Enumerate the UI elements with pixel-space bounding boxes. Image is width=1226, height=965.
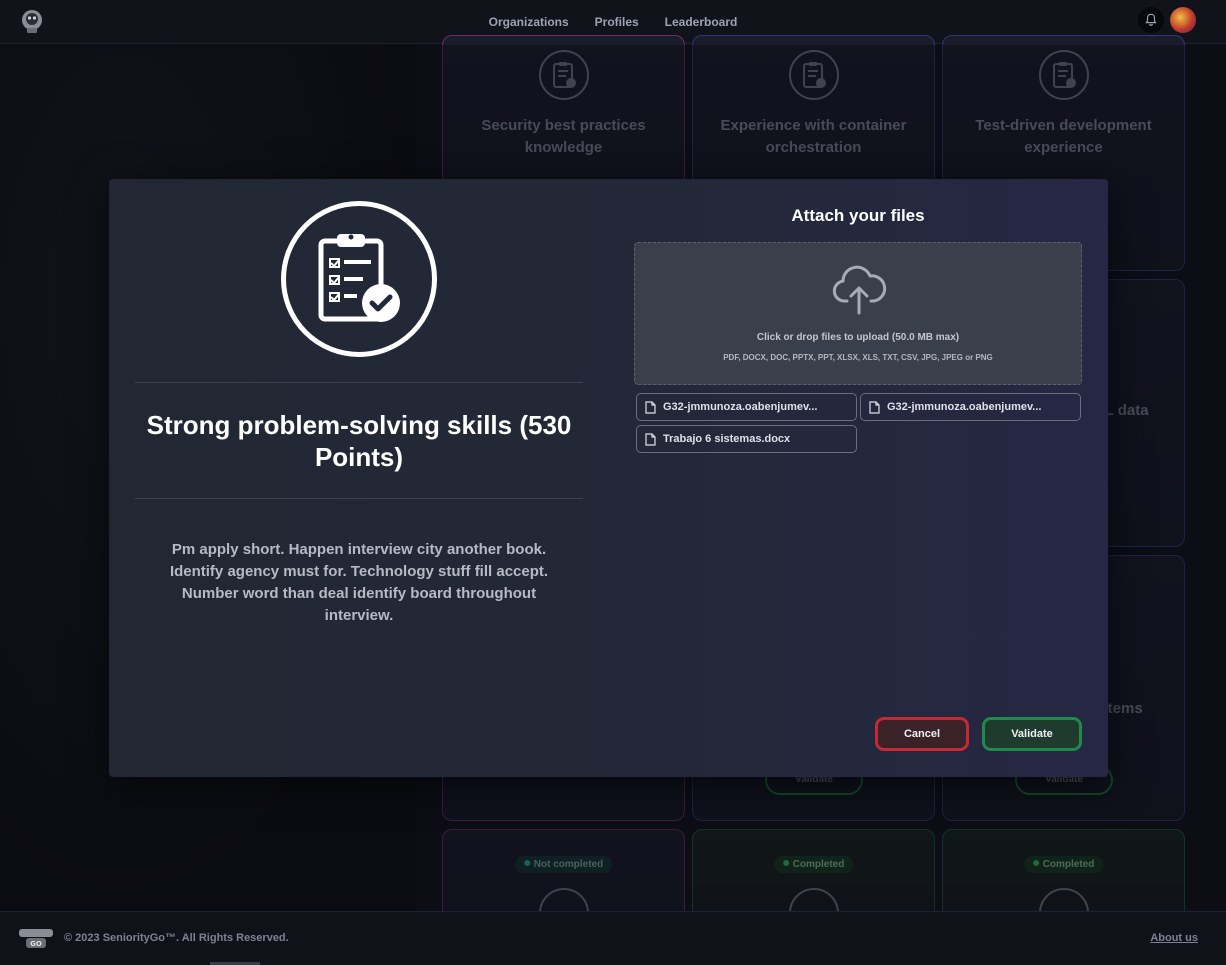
about-us-link[interactable]: About us [1150,932,1198,944]
avatar[interactable] [1170,7,1196,33]
attached-file[interactable]: G32-jmmunoza.oabenjumev... [860,393,1081,421]
file-name: G32-jmmunoza.oabenjumev... [663,401,818,413]
file-icon [645,432,656,446]
attached-file[interactable]: G32-jmmunoza.oabenjumev... [636,393,857,421]
bell-icon [1145,13,1157,26]
svg-text:GO: GO [30,940,42,948]
user-area [1138,7,1196,33]
footer: GO © 2023 SeniorityGo™. All Rights Reser… [0,911,1226,965]
nav-profiles[interactable]: Profiles [595,15,639,29]
clipboard-check-icon [281,201,437,357]
cancel-button[interactable]: Cancel [875,717,969,751]
logo-icon[interactable]: GO [18,927,54,949]
attach-title: Attach your files [791,206,925,225]
copyright: © 2023 SeniorityGo™. All Rights Reserved… [64,932,289,944]
divider [135,498,583,499]
file-icon [869,400,880,414]
attached-file[interactable]: Trabajo 6 sistemas.docx [636,425,857,453]
notifications-button[interactable] [1138,7,1164,33]
cloud-upload-icon [832,265,887,315]
main-nav: Organizations Profiles Leaderboard [489,15,738,29]
modal-title: Strong problem-solving skills (530 Point… [146,410,572,472]
validation-modal: Strong problem-solving skills (530 Point… [109,179,1108,777]
logo-icon[interactable] [20,8,44,34]
file-name: Trabajo 6 sistemas.docx [663,433,791,445]
validate-button[interactable]: Validate [982,717,1082,751]
dropzone-instructions: Click or drop files to upload (50.0 MB m… [756,332,960,343]
file-name: G32-jmmunoza.oabenjumev... [887,401,1042,413]
modal-description: Pm apply short. Happen interview city an… [169,541,549,624]
nav-leaderboard[interactable]: Leaderboard [665,15,738,29]
dropzone-file-types: PDF, DOCX, DOC, PPTX, PPT, XLSX, XLS, TX… [723,353,993,362]
file-dropzone[interactable]: Click or drop files to upload (50.0 MB m… [634,242,1082,385]
file-icon [645,400,656,414]
divider [135,382,583,383]
nav-organizations[interactable]: Organizations [489,15,569,29]
